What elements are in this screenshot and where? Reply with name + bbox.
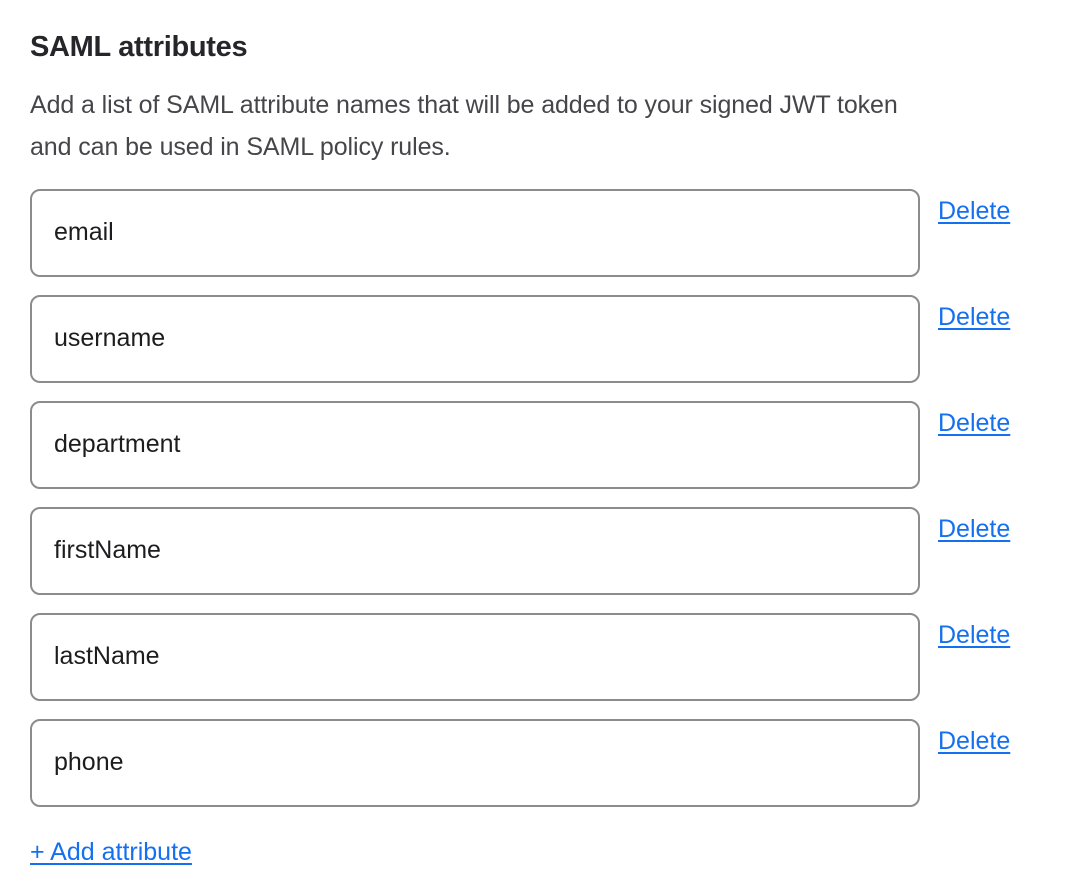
attribute-row: Delete xyxy=(30,719,1036,807)
attribute-name-input[interactable] xyxy=(30,189,920,277)
section-title: SAML attributes xyxy=(30,32,1036,64)
saml-attributes-section: SAML attributes Add a list of SAML attri… xyxy=(0,0,1066,867)
attribute-row: Delete xyxy=(30,295,1036,383)
description-line: and can be used in SAML policy rules. xyxy=(30,133,451,161)
attribute-name-input[interactable] xyxy=(30,613,920,701)
description-line: Add a list of SAML attribute names that … xyxy=(30,91,898,119)
delete-attribute-link[interactable]: Delete xyxy=(938,727,1010,756)
attribute-row: Delete xyxy=(30,401,1036,489)
attribute-row: Delete xyxy=(30,507,1036,595)
attribute-name-input[interactable] xyxy=(30,401,920,489)
attribute-name-input[interactable] xyxy=(30,295,920,383)
delete-attribute-link[interactable]: Delete xyxy=(938,303,1010,332)
section-description: Add a list of SAML attribute names that … xyxy=(30,84,1036,168)
delete-attribute-link[interactable]: Delete xyxy=(938,197,1010,226)
delete-attribute-link[interactable]: Delete xyxy=(938,621,1010,650)
delete-attribute-link[interactable]: Delete xyxy=(938,515,1010,544)
attribute-name-input[interactable] xyxy=(30,507,920,595)
add-attribute-link[interactable]: + Add attribute xyxy=(30,838,192,867)
attribute-name-input[interactable] xyxy=(30,719,920,807)
attribute-row: Delete xyxy=(30,189,1036,277)
attribute-row: Delete xyxy=(30,613,1036,701)
delete-attribute-link[interactable]: Delete xyxy=(938,409,1010,438)
